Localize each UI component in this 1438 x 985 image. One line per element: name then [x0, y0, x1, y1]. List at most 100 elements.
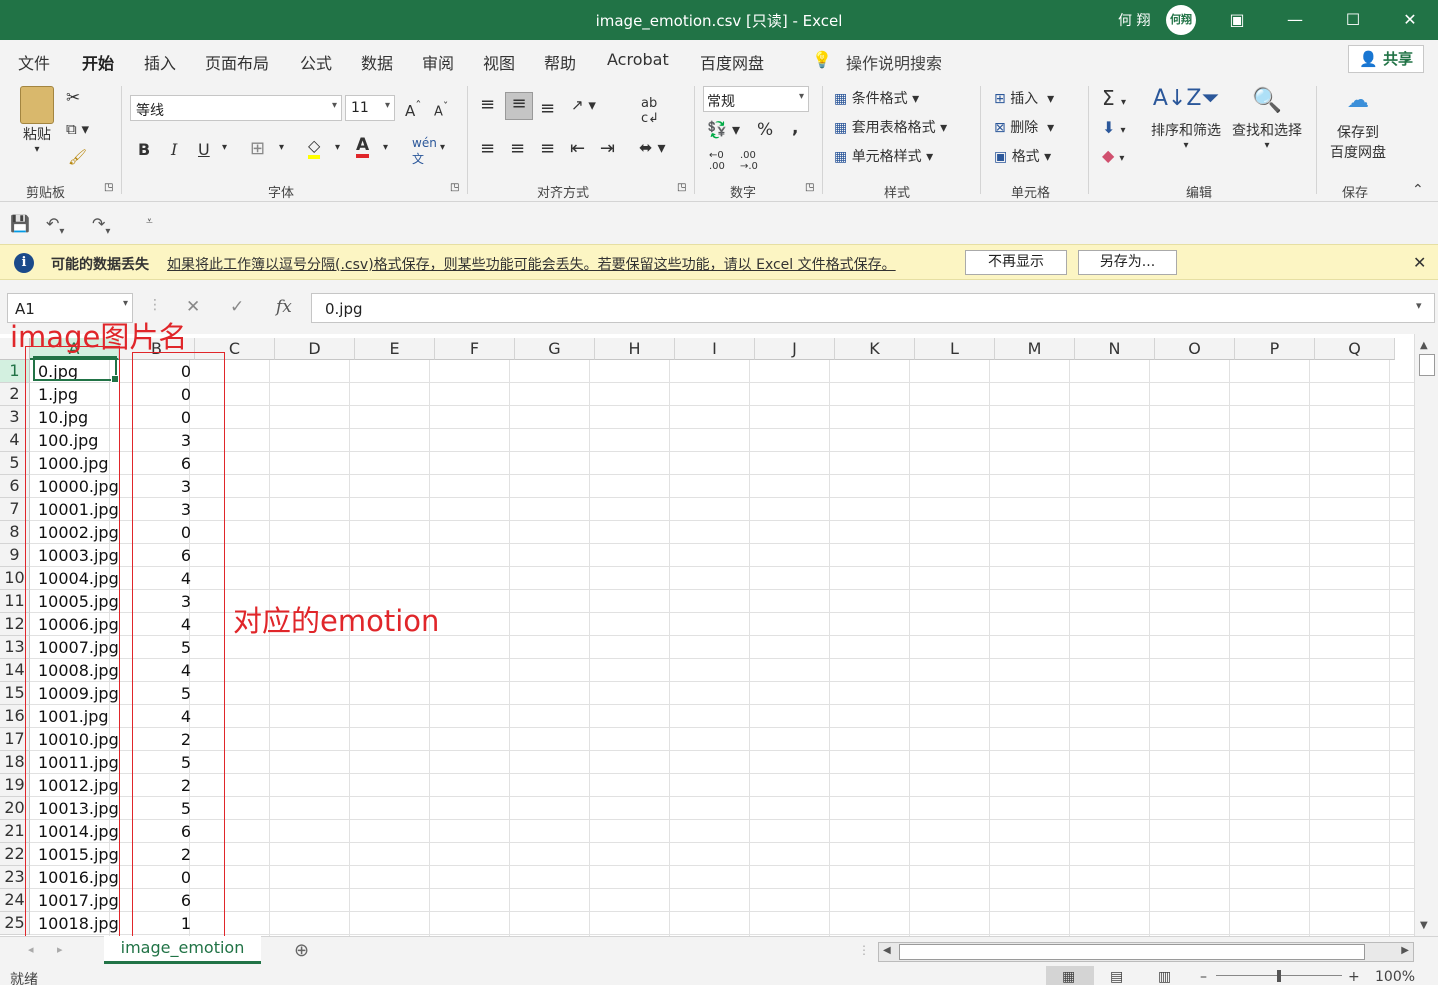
increase-indent-icon[interactable]: ⇥: [600, 138, 615, 159]
sort-filter-button[interactable]: A↓Z⏷ 排序和筛选 ▾: [1146, 86, 1226, 151]
add-sheet-icon[interactable]: ⊕: [294, 940, 309, 961]
tab-insert[interactable]: 插入: [144, 50, 176, 74]
percent-button[interactable]: %: [757, 120, 773, 140]
align-middle-icon[interactable]: ≡: [505, 92, 533, 120]
autosum-icon[interactable]: Σ ▾: [1102, 86, 1126, 110]
scroll-up-icon[interactable]: ▲: [1420, 340, 1428, 351]
customize-toolbar-icon[interactable]: ⩡: [146, 214, 153, 229]
minimize-icon[interactable]: —: [1266, 0, 1324, 40]
font-size-select[interactable]: 11: [345, 95, 395, 121]
font-name-select[interactable]: 等线: [130, 95, 342, 121]
chevron-down-icon[interactable]: ▾: [440, 142, 445, 153]
decrease-indent-icon[interactable]: ⇤: [570, 138, 585, 159]
format-as-table-button[interactable]: ▦ 套用表格格式 ▾: [834, 117, 947, 137]
avatar[interactable]: 何翔: [1166, 5, 1196, 35]
align-center-icon[interactable]: ≡: [510, 138, 525, 159]
tab-home[interactable]: 开始: [82, 50, 115, 82]
horizontal-scrollbar[interactable]: ◀ ▶: [878, 942, 1414, 962]
insert-function-icon[interactable]: fx: [276, 297, 292, 317]
increase-decimal-icon[interactable]: ←0.00: [709, 150, 725, 172]
column-header-q[interactable]: Q: [1315, 338, 1395, 360]
fill-color-icon[interactable]: ◇: [308, 136, 321, 159]
warning-text[interactable]: 如果将此工作簿以逗号分隔(.csv)格式保存，则某些功能可能会丢失。若要保留这些…: [167, 254, 896, 274]
align-top-icon[interactable]: ≡: [480, 94, 495, 115]
merge-center-icon[interactable]: ⬌ ▾: [639, 138, 666, 157]
find-select-button[interactable]: 🔍 查找和选择 ▾: [1226, 86, 1308, 151]
collapse-ribbon-icon[interactable]: ⌃: [1412, 182, 1424, 198]
font-color-icon[interactable]: A: [356, 136, 370, 158]
save-baidu-button[interactable]: ☁ 保存到 百度网盘: [1322, 88, 1394, 162]
sheet-tab-image-emotion[interactable]: image_emotion: [104, 936, 261, 964]
save-as-button[interactable]: 另存为...: [1078, 250, 1177, 275]
page-layout-view-icon[interactable]: ▤: [1110, 969, 1123, 985]
bold-button[interactable]: B: [138, 140, 150, 159]
increase-font-icon[interactable]: Aˆ: [405, 98, 422, 120]
italic-button[interactable]: I: [171, 140, 177, 159]
column-header-l[interactable]: L: [915, 338, 995, 360]
undo-icon[interactable]: ↶ ▾: [46, 214, 64, 237]
vertical-scrollbar[interactable]: ▲ ▼: [1414, 334, 1438, 936]
worksheet-grid[interactable]: A B C D E F G H I J K L M N O P Q 1 0.jpg 0 2 1.jpg 0 3 10.jpg 0 4…: [0, 320, 1438, 937]
number-format-select[interactable]: 常规: [703, 86, 809, 112]
column-header-f[interactable]: F: [435, 338, 515, 360]
fill-icon[interactable]: ⬇ ▾: [1102, 118, 1126, 137]
tab-formulas[interactable]: 公式: [300, 50, 332, 74]
share-button[interactable]: 👤 共享: [1348, 45, 1424, 73]
currency-icon[interactable]: 💱 ▾: [707, 120, 740, 139]
tab-review[interactable]: 审阅: [422, 50, 454, 74]
decrease-font-icon[interactable]: Aˇ: [434, 100, 448, 119]
scroll-left-icon[interactable]: ◀: [883, 945, 891, 956]
chevron-down-icon[interactable]: ▾: [279, 142, 284, 153]
page-break-view-icon[interactable]: ▥: [1158, 969, 1171, 985]
copy-icon[interactable]: ⧉ ▾: [66, 120, 89, 138]
scroll-right-icon[interactable]: ▶: [1401, 945, 1409, 956]
cell-styles-button[interactable]: ▦ 单元格样式 ▾: [834, 146, 933, 166]
dialog-launcher-icon[interactable]: ◳: [450, 182, 459, 193]
close-icon[interactable]: ✕: [1381, 0, 1438, 40]
decrease-decimal-icon[interactable]: .00 →.0: [740, 150, 758, 172]
tab-acrobat[interactable]: Acrobat: [607, 50, 669, 69]
border-icon[interactable]: ⊞: [250, 138, 265, 159]
dialog-launcher-icon[interactable]: ◳: [104, 182, 113, 193]
column-header-d[interactable]: D: [275, 338, 355, 360]
zoom-slider-thumb[interactable]: [1277, 970, 1281, 982]
comma-button[interactable]: ,: [792, 118, 798, 138]
chevron-down-icon[interactable]: ▾: [383, 142, 388, 153]
tab-page-layout[interactable]: 页面布局: [205, 50, 269, 74]
tab-baidu[interactable]: 百度网盘: [700, 50, 764, 74]
column-header-m[interactable]: M: [995, 338, 1075, 360]
column-header-g[interactable]: G: [515, 338, 595, 360]
wrap-text-icon[interactable]: ab c↲: [641, 96, 659, 126]
phonetic-icon[interactable]: wén 文: [412, 136, 437, 167]
paste-button[interactable]: 粘贴 ▾: [14, 86, 60, 155]
align-bottom-icon[interactable]: ≡: [540, 98, 555, 119]
user-name[interactable]: 何 翔: [1118, 10, 1150, 30]
column-header-i[interactable]: I: [675, 338, 755, 360]
delete-cells-button[interactable]: ⊠ 删除 ▾: [994, 117, 1054, 137]
column-header-j[interactable]: J: [755, 338, 835, 360]
scroll-thumb[interactable]: [1419, 354, 1435, 376]
format-painter-icon[interactable]: 🖌: [68, 148, 87, 166]
tell-me-search[interactable]: 操作说明搜索: [846, 50, 942, 74]
cut-icon[interactable]: ✂: [66, 88, 80, 108]
column-header-e[interactable]: E: [355, 338, 435, 360]
scroll-thumb[interactable]: [899, 944, 1365, 960]
orientation-icon[interactable]: ↗ ▾: [571, 96, 596, 114]
align-left-icon[interactable]: ≡: [480, 138, 495, 159]
maximize-icon[interactable]: ☐: [1324, 0, 1382, 40]
conditional-format-button[interactable]: ▦ 条件格式 ▾: [834, 88, 919, 108]
format-cells-button[interactable]: ▣ 格式 ▾: [994, 146, 1051, 166]
align-right-icon[interactable]: ≡: [540, 138, 555, 159]
chevron-down-icon[interactable]: ▾: [335, 142, 340, 153]
dialog-launcher-icon[interactable]: ◳: [677, 182, 686, 193]
ribbon-display-icon[interactable]: ▣: [1208, 0, 1266, 40]
dont-show-again-button[interactable]: 不再显示: [965, 250, 1067, 275]
insert-cells-button[interactable]: ⊞ 插入 ▾: [994, 88, 1054, 108]
column-header-n[interactable]: N: [1075, 338, 1155, 360]
cancel-icon[interactable]: ✕: [186, 297, 200, 317]
next-sheet-icon[interactable]: ▸: [57, 943, 63, 956]
tab-data[interactable]: 数据: [361, 50, 393, 74]
expand-formula-icon[interactable]: ▾: [1416, 299, 1422, 312]
zoom-level[interactable]: 100%: [1375, 969, 1415, 985]
clear-icon[interactable]: ◆ ▾: [1102, 146, 1124, 165]
